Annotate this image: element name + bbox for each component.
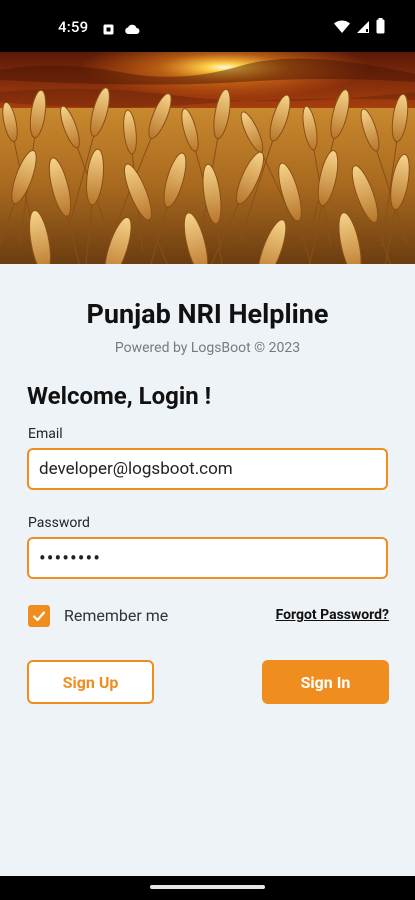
- remember-label[interactable]: Remember me: [64, 606, 168, 625]
- forgot-password-link[interactable]: Forgot Password?: [276, 607, 389, 623]
- status-time: 4:59: [58, 18, 89, 36]
- login-heading: Welcome, Login !: [27, 382, 212, 410]
- hero-image: [0, 52, 415, 264]
- email-input[interactable]: [29, 450, 386, 488]
- app-title: Punjab NRI Helpline: [86, 298, 329, 330]
- email-field[interactable]: [27, 448, 388, 490]
- remember-row: Remember me Forgot Password?: [28, 604, 389, 628]
- email-label: Email: [28, 426, 63, 442]
- notification-square-icon: [103, 20, 114, 39]
- wifi-icon: [334, 19, 350, 38]
- password-field[interactable]: [27, 537, 388, 579]
- status-left-icons: [103, 20, 140, 39]
- battery-icon: [376, 18, 385, 38]
- password-label: Password: [28, 515, 90, 531]
- password-input[interactable]: [29, 539, 386, 577]
- status-bar: 4:59: [0, 0, 415, 52]
- check-icon: [32, 611, 46, 622]
- sign-in-button[interactable]: Sign In: [262, 660, 389, 704]
- sign-up-button[interactable]: Sign Up: [27, 660, 154, 704]
- remember-checkbox[interactable]: [28, 605, 50, 627]
- navigation-bar: [0, 876, 415, 900]
- status-right-icons: [334, 18, 385, 38]
- signal-icon: [356, 19, 370, 38]
- home-gesture-handle[interactable]: [150, 885, 265, 889]
- login-content: Punjab NRI Helpline Powered by LogsBoot …: [0, 264, 415, 876]
- cloud-icon: [124, 20, 140, 39]
- app-subtitle: Powered by LogsBoot © 2023: [114, 340, 301, 356]
